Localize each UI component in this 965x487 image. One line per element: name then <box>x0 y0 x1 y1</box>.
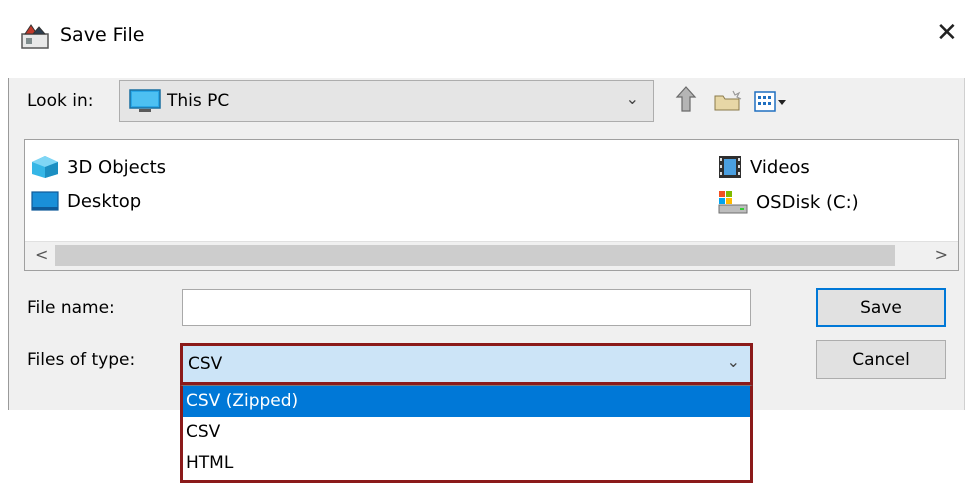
list-item[interactable]: Desktop <box>31 190 141 212</box>
file-type-dropdown-list[interactable]: CSV (Zipped) CSV HTML <box>180 385 753 483</box>
file-type-selected-value: CSV <box>188 354 223 374</box>
monitor-icon <box>129 89 161 112</box>
horizontal-scrollbar[interactable]: < > <box>25 241 958 270</box>
list-item[interactable]: OSDisk (C:) <box>718 190 859 214</box>
save-button[interactable]: Save <box>816 288 946 327</box>
java-app-icon <box>21 24 49 49</box>
dropdown-option[interactable]: CSV (Zipped) <box>183 386 750 417</box>
chevron-down-icon: ⌄ <box>726 352 740 371</box>
list-item-label: 3D Objects <box>67 156 167 178</box>
dropdown-option[interactable]: HTML <box>183 448 750 479</box>
scroll-left-button[interactable]: < <box>35 245 48 264</box>
file-type-select[interactable]: CSV ⌄ <box>180 343 753 385</box>
disk-drive-icon <box>718 191 748 214</box>
title-bar[interactable] <box>8 0 965 78</box>
videos-icon <box>719 156 741 178</box>
file-name-input[interactable] <box>182 289 751 326</box>
close-icon[interactable]: ✕ <box>936 20 958 46</box>
create-new-folder-icon[interactable] <box>713 90 743 112</box>
view-menu-icon[interactable] <box>754 91 788 113</box>
cancel-button[interactable]: Cancel <box>816 340 946 379</box>
list-item-label: Desktop <box>67 190 142 212</box>
desktop-icon <box>31 191 59 211</box>
list-item[interactable]: Videos <box>718 155 810 179</box>
list-item-label: OSDisk (C:) <box>756 191 859 213</box>
file-list[interactable]: 3D Objects Desktop Videos OSDisk (C:) < … <box>24 139 959 271</box>
list-item-label: Videos <box>750 156 810 178</box>
list-item[interactable]: 3D Objects <box>31 155 166 179</box>
dropdown-option[interactable]: CSV <box>183 417 750 448</box>
look-in-label: Look in: <box>27 91 94 111</box>
3d-objects-icon <box>32 156 58 178</box>
files-of-type-label: Files of type: <box>27 350 136 370</box>
look-in-value: This PC <box>167 91 230 111</box>
up-one-level-icon[interactable] <box>675 84 697 114</box>
scrollbar-thumb[interactable] <box>55 245 895 266</box>
scroll-right-button[interactable]: > <box>935 245 948 264</box>
look-in-combobox[interactable]: This PC ⌄ <box>119 80 654 122</box>
dialog-title: Save File <box>60 24 145 46</box>
chevron-down-icon: ⌄ <box>625 89 639 108</box>
file-name-label: File name: <box>27 298 115 318</box>
